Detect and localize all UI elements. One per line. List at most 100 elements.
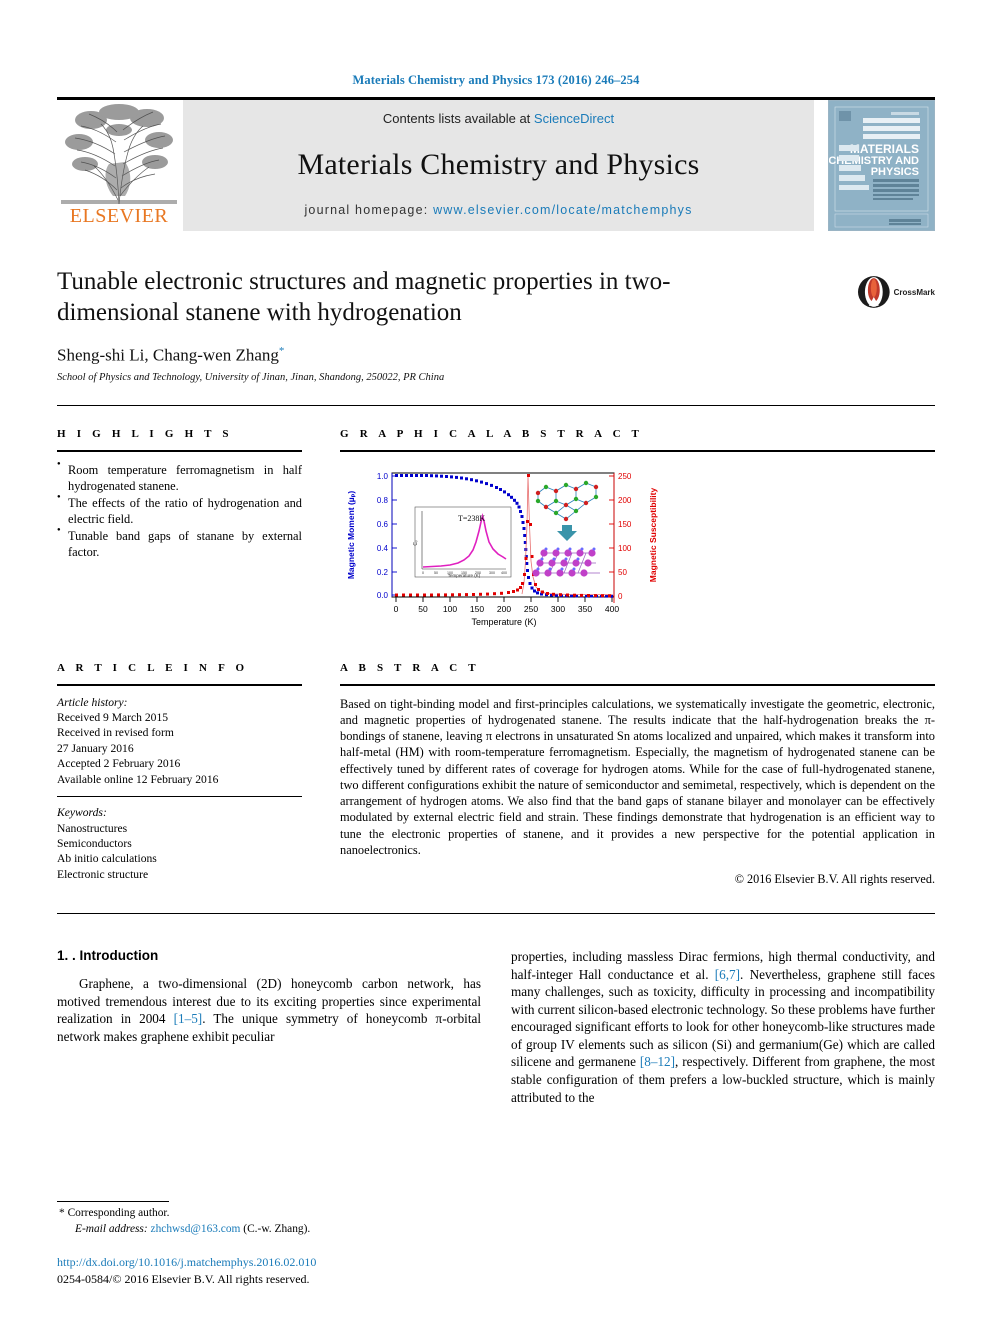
email-suffix: (C.-w. Zhang). bbox=[243, 1222, 311, 1235]
footnote-marker: * bbox=[59, 1207, 65, 1220]
journal-cover-thumbnail: MATERIALS CHEMISTRY AND PHYSICS bbox=[828, 100, 935, 231]
journal-band: Contents lists available at ScienceDirec… bbox=[183, 100, 814, 231]
svg-text:300: 300 bbox=[551, 604, 565, 614]
doi-link[interactable]: http://dx.doi.org/10.1016/j.matchemphys.… bbox=[57, 1255, 481, 1270]
magnetization-susceptibility-chart: 1.0 0.8 0.6 0.4 0.2 0.0 250 200 150 100 … bbox=[346, 472, 658, 627]
articleinfo-abstract-row: A R T I C L E I N F O Article history: R… bbox=[57, 640, 935, 888]
svg-text:0.0: 0.0 bbox=[377, 591, 389, 600]
svg-text:0.4: 0.4 bbox=[377, 544, 389, 553]
highlights-column: H I G H L I G H T S Room temperature fer… bbox=[57, 406, 302, 640]
highlights-list: Room temperature ferromagnetism in half … bbox=[57, 461, 302, 561]
crossmark-badge[interactable]: CrossMark bbox=[857, 267, 935, 317]
svg-text:200: 200 bbox=[618, 496, 632, 505]
page-title: Tunable electronic structures and magnet… bbox=[57, 268, 671, 326]
intro-paragraph-left: Graphene, a two-dimensional (2D) honeyco… bbox=[57, 975, 481, 1045]
history-line: Available online 12 February 2016 bbox=[57, 772, 219, 786]
section-heading-introduction: 1. . Introduction bbox=[57, 948, 159, 964]
svg-text:0: 0 bbox=[422, 571, 424, 575]
contents-available-line: Contents lists available at ScienceDirec… bbox=[383, 111, 614, 126]
abstract-text: Based on tight-binding model and first-p… bbox=[340, 696, 935, 857]
svg-text:250: 250 bbox=[618, 472, 632, 481]
sciencedirect-link[interactable]: ScienceDirect bbox=[534, 111, 614, 126]
svg-text:Cᵥ: Cᵥ bbox=[413, 540, 419, 546]
issn-copyright-line: 0254-0584/© 2016 Elsevier B.V. All right… bbox=[57, 1272, 310, 1286]
highlights-rule bbox=[57, 449, 302, 452]
author-list: Sheng-shi Li, Chang-wen Zhang* bbox=[57, 345, 935, 366]
svg-text:100: 100 bbox=[447, 571, 453, 575]
body-columns: 1. . Introduction Graphene, a two-dimens… bbox=[57, 948, 935, 1106]
chart-ylabel-right: Magnetic Susceptibility bbox=[648, 487, 658, 582]
inset-annotation: T=238K bbox=[458, 514, 485, 523]
footnote-rule bbox=[57, 1201, 169, 1203]
email-link[interactable]: zhchwsd@163.com bbox=[151, 1223, 241, 1235]
journal-title: Materials Chemistry and Physics bbox=[297, 147, 700, 181]
svg-text:50: 50 bbox=[618, 568, 627, 577]
abstract-heading: A B S T R A C T bbox=[340, 661, 480, 674]
list-item: Tunable band gaps of stanane by external… bbox=[57, 527, 302, 560]
history-line: Accepted 2 February 2016 bbox=[57, 757, 181, 771]
citation-1-5[interactable]: [1–5] bbox=[174, 1011, 203, 1026]
corresponding-author-marker: * bbox=[278, 345, 285, 357]
chart-ylabel-left: Magnetic Moment (µₚ) bbox=[346, 490, 356, 579]
article-history-label: Article history: bbox=[57, 695, 128, 709]
journal-masthead: ELSEVIER Contents lists available at Sci… bbox=[57, 97, 935, 231]
divider-below-abstract bbox=[57, 913, 935, 915]
svg-text:250: 250 bbox=[524, 604, 538, 614]
svg-text:150: 150 bbox=[470, 604, 484, 614]
citation-6-7[interactable]: [6,7] bbox=[715, 967, 740, 982]
list-item: Room temperature ferromagnetism in half … bbox=[57, 461, 302, 494]
elsevier-wordmark: ELSEVIER bbox=[69, 205, 169, 227]
journal-homepage-line: journal homepage: www.elsevier.com/locat… bbox=[304, 203, 692, 217]
page-footnote: * Corresponding author. E-mail address: … bbox=[57, 1201, 481, 1287]
elsevier-tree-icon bbox=[61, 104, 177, 205]
body-column-right: properties, including massless Dirac fer… bbox=[511, 948, 935, 1106]
abstract-column: A B S T R A C T Based on tight-binding m… bbox=[340, 640, 935, 888]
chart-inset: T=238K Cᵥ Temperature (K) 0 50 100 150 200 3… bbox=[413, 506, 512, 578]
keyword-item: Semiconductors bbox=[57, 836, 132, 850]
highlights-graphical-row: H I G H L I G H T S Room temperature fer… bbox=[57, 406, 935, 640]
svg-text:400: 400 bbox=[501, 571, 507, 575]
keywords-label: Keywords: bbox=[57, 806, 107, 820]
svg-text:1.0: 1.0 bbox=[377, 472, 389, 481]
svg-text:0: 0 bbox=[394, 604, 399, 614]
svg-text:0.2: 0.2 bbox=[377, 568, 389, 577]
intro-paragraph-right: properties, including massless Dirac fer… bbox=[511, 948, 935, 1106]
crossmark-icon bbox=[857, 276, 890, 308]
article-info-rule bbox=[57, 683, 302, 686]
svg-text:50: 50 bbox=[418, 604, 428, 614]
affiliation: School of Physics and Technology, Univer… bbox=[57, 371, 445, 383]
graphical-abstract-rule bbox=[340, 449, 935, 452]
svg-text:150: 150 bbox=[461, 571, 467, 575]
svg-text:100: 100 bbox=[618, 544, 632, 553]
svg-text:200: 200 bbox=[475, 571, 481, 575]
list-item: The effects of the ratio of hydrogenatio… bbox=[57, 494, 302, 527]
homepage-prefix: journal homepage: bbox=[304, 203, 434, 217]
keyword-item: Electronic structure bbox=[57, 867, 149, 881]
article-history: Article history: Received 9 March 2015 R… bbox=[57, 695, 302, 787]
svg-text:PHYSICS: PHYSICS bbox=[871, 166, 919, 178]
svg-text:200: 200 bbox=[497, 604, 511, 614]
abstract-rule bbox=[340, 683, 935, 686]
corresponding-author-label: Corresponding author. bbox=[67, 1207, 170, 1220]
journal-cover-art: MATERIALS CHEMISTRY AND PHYSICS bbox=[829, 101, 934, 230]
abstract-copyright: © 2016 Elsevier B.V. All rights reserved… bbox=[734, 872, 935, 887]
history-line: 27 January 2016 bbox=[57, 741, 134, 755]
graphical-abstract-column: G R A P H I C A L A B S T R A C T 1.0 0.… bbox=[340, 406, 935, 640]
running-head: Materials Chemistry and Physics 173 (201… bbox=[352, 73, 640, 87]
citation-8-12[interactable]: [8–12] bbox=[640, 1054, 675, 1069]
svg-text:0.6: 0.6 bbox=[377, 520, 389, 529]
author-names: Sheng-shi Li, Chang-wen Zhang bbox=[57, 345, 279, 365]
crossmark-label: CrossMark bbox=[893, 287, 935, 297]
homepage-url-link[interactable]: www.elsevier.com/locate/matchemphys bbox=[433, 203, 692, 217]
keywords-block: Keywords: Nanostructures Semiconductors … bbox=[57, 805, 302, 882]
paper-page: Materials Chemistry and Physics 173 (201… bbox=[0, 0, 992, 1323]
article-info-heading: A R T I C L E I N F O bbox=[57, 661, 249, 674]
corresponding-author-note: * Corresponding author. bbox=[57, 1206, 481, 1221]
svg-text:100: 100 bbox=[443, 604, 457, 614]
svg-text:50: 50 bbox=[434, 571, 438, 575]
svg-text:350: 350 bbox=[578, 604, 592, 614]
elsevier-logo: ELSEVIER bbox=[57, 100, 181, 231]
history-line: Received 9 March 2015 bbox=[57, 711, 169, 725]
svg-text:150: 150 bbox=[618, 520, 632, 529]
contents-prefix: Contents lists available at bbox=[382, 111, 534, 126]
